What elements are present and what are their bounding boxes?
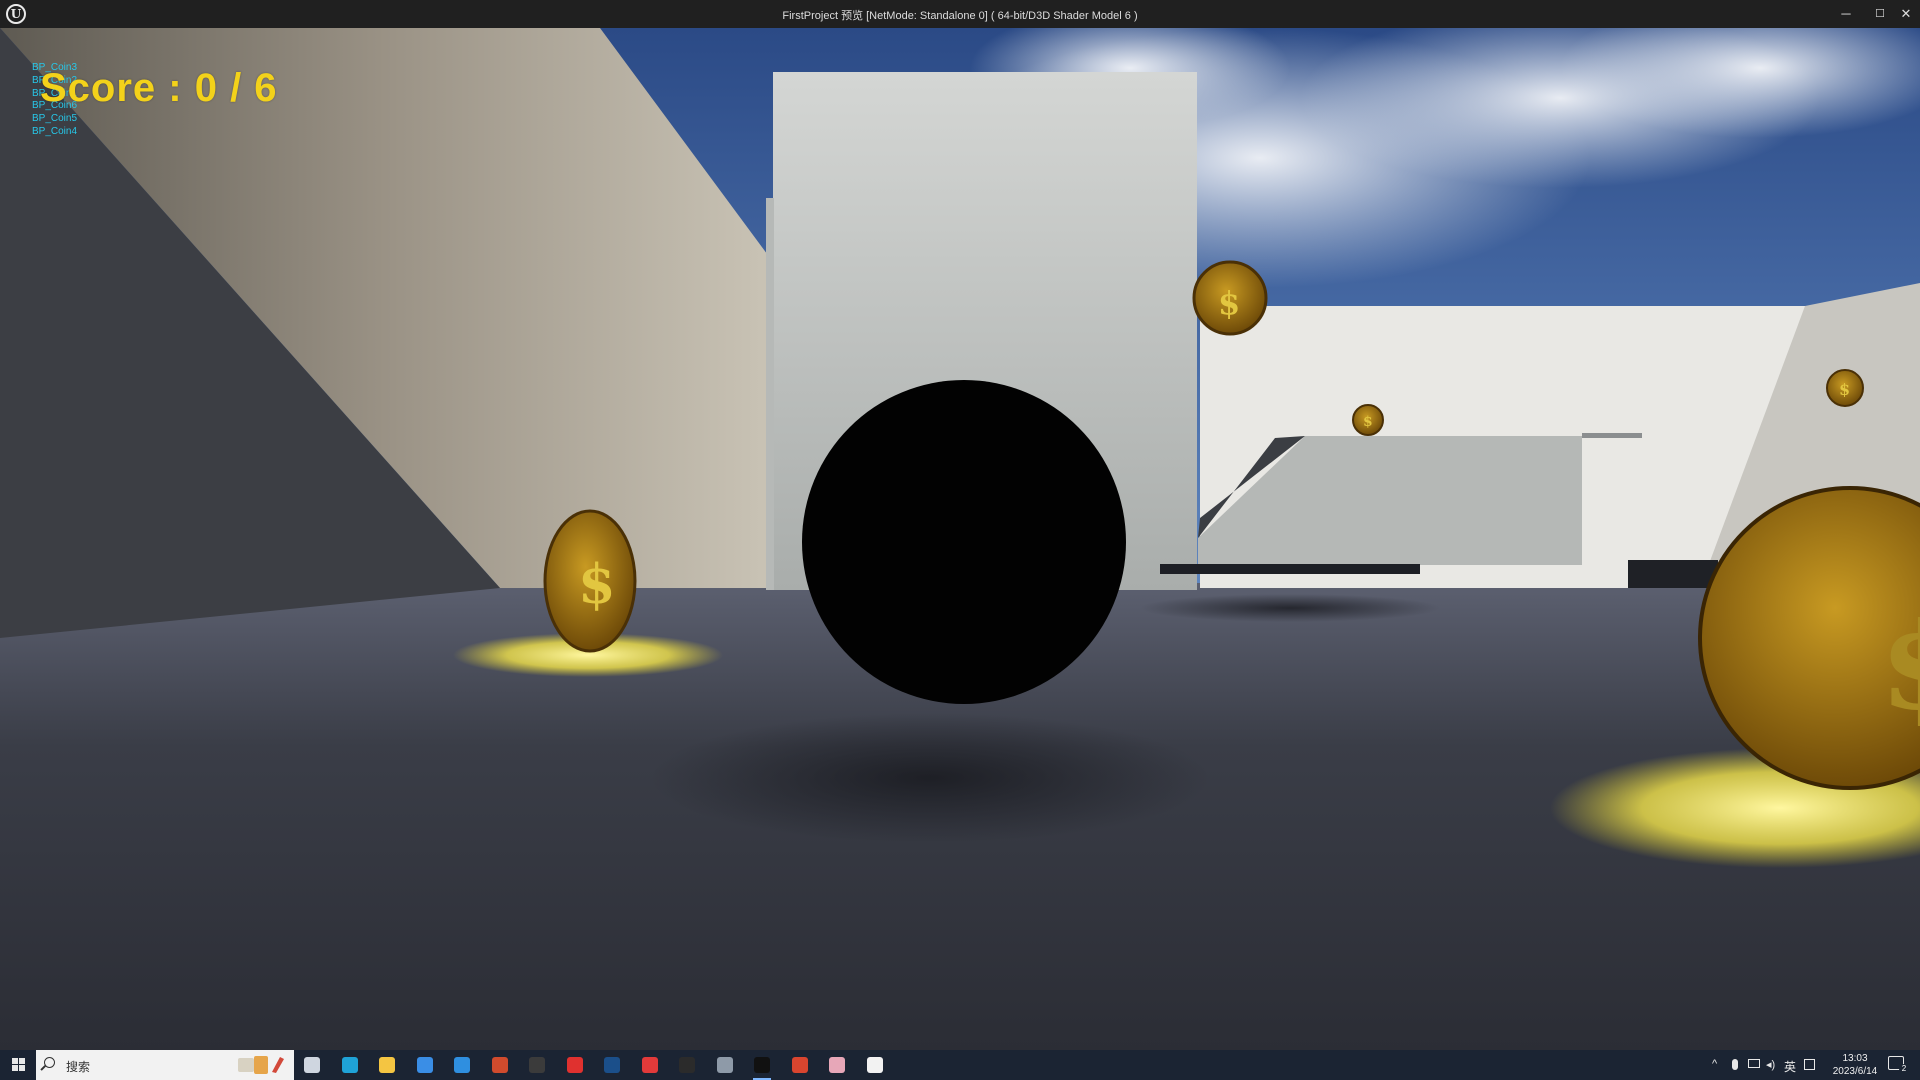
clock-date: 2023/6/14: [1832, 1066, 1878, 1077]
app-red-icon[interactable]: [563, 1053, 587, 1077]
clock[interactable]: 13:03 2023/6/14: [1820, 1052, 1890, 1078]
task-view-icon[interactable]: [300, 1053, 324, 1077]
mail-icon-glyph: [454, 1057, 470, 1073]
app-puzzle-icon[interactable]: [788, 1053, 812, 1077]
powerpoint-icon[interactable]: [488, 1053, 512, 1077]
microphone-icon[interactable]: [1732, 1059, 1738, 1070]
file-explorer-icon[interactable]: [375, 1053, 399, 1077]
taskbar-search-box[interactable]: 搜索: [36, 1050, 294, 1080]
file-explorer-icon-glyph: [379, 1057, 395, 1073]
system-tray: ^ ◂) 英: [1700, 1050, 1820, 1080]
unreal-engine-icon-glyph: [754, 1057, 770, 1073]
powerpoint-icon-glyph: [491, 1057, 508, 1073]
app-pink-icon[interactable]: [825, 1053, 849, 1077]
search-highlight-icon: [238, 1056, 284, 1074]
steam-icon-glyph: [604, 1057, 620, 1073]
windows-start-icon[interactable]: [0, 1050, 36, 1080]
obs-icon[interactable]: [525, 1053, 549, 1077]
epic-games-icon-glyph: [679, 1057, 695, 1073]
game-viewport[interactable]: $ $ $ $ $ BP_Coin3 BP_Coin2 BP_Coin1 BP_…: [0, 28, 1920, 1050]
debug-actor-label: BP_Coin5: [32, 113, 78, 125]
score-counter: Score : 0 / 6: [40, 66, 278, 110]
store-icon[interactable]: [413, 1053, 437, 1077]
debug-actor-label: BP_Coin4: [32, 125, 78, 137]
app-white-icon[interactable]: [863, 1053, 887, 1077]
network-icon[interactable]: [1748, 1059, 1760, 1068]
epic-games-icon[interactable]: [675, 1053, 699, 1077]
notification-badge: 2: [1899, 1064, 1909, 1074]
edge-icon-glyph: [341, 1057, 358, 1073]
task-view-icon-glyph: [304, 1057, 320, 1073]
edge-icon[interactable]: [338, 1053, 362, 1077]
app-gray-icon-glyph: [716, 1057, 733, 1073]
input-mode-icon[interactable]: [1804, 1059, 1815, 1070]
app-puzzle-icon-glyph: [791, 1057, 808, 1073]
taskbar: 搜索 ^ ◂) 英 13:03 2023/6/14 2: [0, 1050, 1920, 1080]
app-gray-icon[interactable]: [713, 1053, 737, 1077]
search-placeholder: 搜索: [66, 1060, 91, 1074]
game-scene: $ $ $ $ $: [0, 28, 1920, 1050]
volume-icon[interactable]: ◂): [1766, 1058, 1775, 1071]
minimize-button[interactable]: ─: [1830, 0, 1862, 28]
obs-icon-glyph: [529, 1057, 545, 1073]
svg-text:$: $: [1363, 414, 1373, 430]
app-white-icon-glyph: [866, 1057, 883, 1073]
svg-text:$: $: [1880, 596, 1920, 737]
store-icon-glyph: [416, 1057, 433, 1073]
netease-music-icon[interactable]: [638, 1053, 662, 1077]
input-language[interactable]: 英: [1784, 1058, 1796, 1075]
steam-icon[interactable]: [600, 1053, 624, 1077]
app-red-icon-glyph: [566, 1057, 583, 1073]
netease-music-icon-glyph: [641, 1057, 658, 1073]
search-icon: [44, 1057, 55, 1068]
player-ball: [802, 380, 1126, 704]
window-title-bar[interactable]: U FirstProject 预览 [NetMode: Standalone 0…: [0, 0, 1920, 28]
clock-time: 13:03: [1842, 1053, 1868, 1064]
mail-icon[interactable]: [450, 1053, 474, 1077]
svg-text:$: $: [578, 552, 616, 616]
close-button[interactable]: ✕: [1890, 0, 1920, 28]
unreal-engine-icon[interactable]: [750, 1053, 774, 1080]
tray-expand-icon[interactable]: ^: [1712, 1058, 1717, 1070]
app-pink-icon-glyph: [829, 1057, 845, 1073]
svg-text:$: $: [1218, 284, 1240, 322]
svg-text:$: $: [1839, 380, 1850, 399]
window-title: FirstProject 预览 [NetMode: Standalone 0] …: [782, 10, 1138, 22]
